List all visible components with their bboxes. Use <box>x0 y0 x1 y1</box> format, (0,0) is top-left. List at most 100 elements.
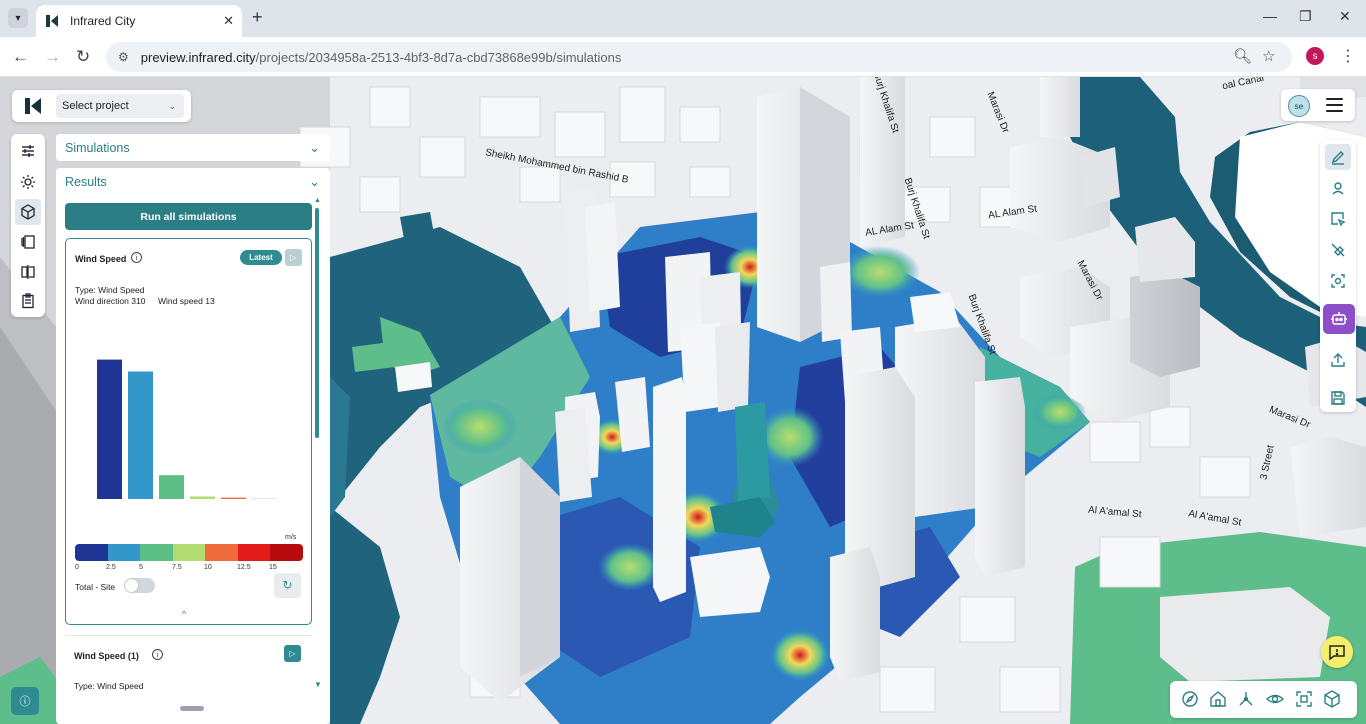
map-viewport[interactable]: Sheikh Mohammed bin Rashid B AL Alam St … <box>0 77 1366 724</box>
legend-swatch <box>107 544 141 561</box>
legend-tick-label: 10 <box>204 564 212 571</box>
info-icon[interactable]: i <box>131 252 142 263</box>
scrollbar-thumb[interactable] <box>315 208 319 438</box>
omnibox[interactable]: ⚙ preview.infrared.city/projects/2034958… <box>106 42 1292 72</box>
card-title: Wind Speed <box>75 254 127 264</box>
cube-icon[interactable] <box>15 199 41 225</box>
clipboard-icon[interactable] <box>15 288 41 314</box>
back-icon[interactable]: ← <box>12 47 29 67</box>
home-icon[interactable] <box>1208 689 1228 709</box>
scroll-down-icon[interactable]: ▼ <box>314 680 322 689</box>
site-info-icon[interactable]: ⚙ <box>118 50 129 64</box>
toggle-label: Total - Site <box>75 582 116 592</box>
legend-swatch <box>237 544 271 561</box>
legend-tick-label: 12.5 <box>237 564 251 571</box>
total-site-toggle[interactable] <box>124 578 155 593</box>
user-bar: se <box>1281 89 1355 121</box>
right-tool-rail <box>1320 140 1356 412</box>
profile-avatar[interactable]: s <box>1306 47 1324 65</box>
play-icon[interactable]: ▷ <box>285 249 302 266</box>
infrared-logo-icon[interactable] <box>18 93 48 119</box>
zoom-icon[interactable]: 🔍︎ <box>1233 47 1252 65</box>
type-line: Type: Wind Speed <box>74 681 144 691</box>
wind-speed: Wind speed 13 <box>158 296 215 306</box>
hamburger-menu-icon[interactable] <box>1326 98 1343 116</box>
map-pin-person-icon[interactable] <box>1325 175 1351 201</box>
play-icon[interactable]: ▷ <box>284 645 301 662</box>
reload-icon[interactable]: ↻ <box>76 47 90 67</box>
compass-icon[interactable] <box>1180 689 1200 709</box>
user-avatar[interactable]: se <box>1288 95 1310 117</box>
info-icon[interactable]: i <box>152 649 163 660</box>
save-icon[interactable] <box>1325 385 1351 411</box>
collapse-caret-icon[interactable]: ^ <box>182 609 186 619</box>
legend-tick-label: 0 <box>75 564 79 571</box>
scroll-up-icon[interactable]: ▲ <box>314 197 321 204</box>
card-title: Wind Speed (1) <box>74 651 139 661</box>
cube-view-icon[interactable] <box>1322 689 1342 709</box>
browser-tab[interactable]: Infrared City ✕ <box>36 5 242 37</box>
infrared-favicon-icon <box>46 15 58 27</box>
chevron-down-icon: ⌄ <box>168 100 176 111</box>
transform-icon[interactable] <box>1325 237 1351 263</box>
select-edit-icon[interactable] <box>1325 206 1351 232</box>
tab-close-icon[interactable]: ✕ <box>223 13 234 29</box>
color-legend <box>75 544 303 561</box>
scan-target-icon[interactable] <box>1325 268 1351 294</box>
legend-tick-label: 7.5 <box>172 564 182 571</box>
forward-icon[interactable]: → <box>44 47 61 67</box>
chevron-down-icon: ⌄ <box>309 139 320 155</box>
address-bar: ← → ↻ ⚙ preview.infrared.city/projects/2… <box>0 37 1366 77</box>
panels-icon[interactable] <box>15 229 41 255</box>
simulation-result-card: Wind Speed i Latest ▷ Type: Wind Speed W… <box>65 238 312 625</box>
pencil-icon[interactable] <box>1325 144 1351 170</box>
sun-icon[interactable] <box>15 169 41 195</box>
legend-tick-label: 2.5 <box>106 564 116 571</box>
split-icon[interactable] <box>15 259 41 285</box>
panel-resize-handle[interactable] <box>180 706 204 711</box>
sliders-icon[interactable] <box>15 138 41 164</box>
robot-icon[interactable] <box>1323 304 1355 334</box>
latest-badge: Latest <box>240 250 282 265</box>
histogram-bar-0-2.5 <box>97 359 122 499</box>
axes-icon[interactable] <box>1236 689 1256 709</box>
histogram-bar-12.5-15 <box>252 498 277 499</box>
legend-swatch <box>172 544 206 561</box>
browser-tabbar: ▾ Infrared City ✕ + — ❐ ✕ <box>0 0 1366 37</box>
project-select[interactable]: Select project ⌄ <box>56 94 184 118</box>
info-button[interactable]: ⓘ <box>11 687 39 715</box>
restore-icon[interactable]: ❐ <box>1299 8 1312 25</box>
browser-menu-icon[interactable]: ⋮ <box>1340 46 1356 66</box>
refresh-icon[interactable]: ↻ <box>274 573 301 598</box>
simulation-result-card-2: Wind Speed (1) i ▷ Type: Wind Speed <box>65 635 312 705</box>
type-line: Type: Wind Speed <box>75 285 145 295</box>
project-bar: Select project ⌄ <box>12 90 191 122</box>
run-all-simulations-button[interactable]: Run all simulations <box>65 203 312 230</box>
tab-title: Infrared City <box>70 14 136 28</box>
simulations-panel: Simulations ⌄ Results ⌄ Run all simulati… <box>56 134 330 724</box>
minimize-icon[interactable]: — <box>1263 8 1277 24</box>
histogram-bar-2.5-5 <box>128 371 153 499</box>
toggle-knob <box>125 579 138 592</box>
bookmark-star-icon[interactable]: ☆ <box>1262 47 1275 65</box>
legend-tick-label: 5 <box>139 564 143 571</box>
simulations-accordion[interactable]: Simulations ⌄ <box>56 134 330 161</box>
wind-speed-histogram <box>97 359 277 499</box>
results-accordion[interactable]: Results ⌄ <box>56 168 330 195</box>
tab-search-button[interactable]: ▾ <box>8 8 28 28</box>
url-text[interactable]: preview.infrared.city/projects/2034958a-… <box>141 50 622 65</box>
legend-swatch <box>75 544 108 561</box>
upload-icon[interactable] <box>1325 347 1351 373</box>
focus-icon[interactable] <box>1294 689 1314 709</box>
legend-tick-label: 15 <box>269 564 277 571</box>
close-window-icon[interactable]: ✕ <box>1339 8 1351 25</box>
chevron-down-icon: ⌄ <box>309 173 320 189</box>
left-tool-rail <box>11 134 45 317</box>
project-select-label: Select project <box>62 100 129 112</box>
legend-swatch <box>270 544 303 561</box>
legend-swatch <box>205 544 238 561</box>
new-tab-button[interactable]: + <box>252 7 263 28</box>
histogram-bar-7.5-10 <box>190 496 215 499</box>
chat-feedback-icon[interactable] <box>1321 636 1353 668</box>
eye-icon[interactable] <box>1265 689 1285 709</box>
